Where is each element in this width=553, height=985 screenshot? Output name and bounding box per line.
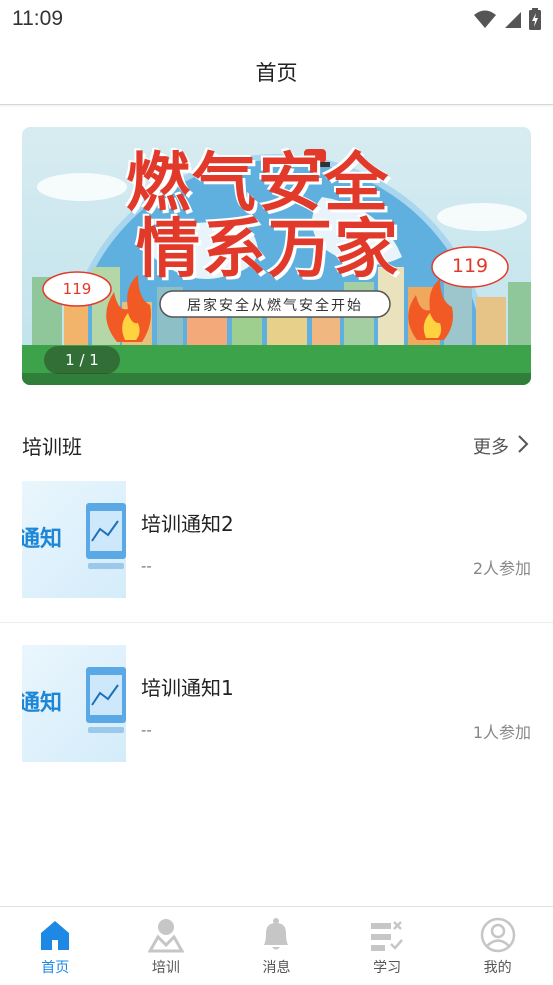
chevron-right-icon[interactable] (515, 433, 531, 455)
app-header: 首页 (0, 38, 553, 105)
tab-label: 消息 (262, 960, 291, 976)
bottom-tab-bar: 首页 培训 消息 学习 我的 (0, 906, 553, 985)
participant-count: 2人参加 (472, 559, 531, 578)
banner-carousel[interactable]: 燃气安全 情系万家 居家安全从燃气安全开始 119 119 1 / 1 (22, 127, 531, 385)
tab-profile[interactable]: 我的 (442, 907, 553, 985)
page-title: 首页 (255, 61, 298, 85)
bell-icon (264, 918, 289, 950)
course-name: 培训通知2 (141, 512, 234, 536)
more-link[interactable]: 更多 (473, 433, 509, 459)
course-description: -- (141, 557, 152, 575)
status-time: 11:09 (12, 7, 63, 30)
section-title: 培训班 (22, 435, 82, 459)
home-icon (41, 921, 70, 950)
list-divider (0, 622, 553, 623)
tab-label: 学习 (373, 960, 402, 976)
participant-count: 1人参加 (472, 723, 531, 742)
status-icons (473, 8, 541, 30)
thumbnail-text: 通知 (22, 527, 63, 552)
banner-slogan: 居家安全从燃气安全开始 (187, 298, 363, 314)
tab-training[interactable]: 培训 (111, 907, 222, 985)
training-section-header: 培训班 更多 (22, 425, 531, 465)
course-thumbnail: 通知 (22, 481, 126, 598)
status-bar: 11:09 (0, 0, 553, 38)
carousel-counter: 1 / 1 (44, 346, 120, 374)
course-thumbnail: 通知 (22, 645, 126, 762)
profile-icon (480, 917, 515, 953)
course-name: 培训通知1 (141, 676, 234, 700)
signal-icon (505, 12, 521, 28)
banner-headline-2: 情系万家 (136, 213, 400, 287)
training-icon (147, 919, 184, 953)
battery-icon (529, 8, 541, 30)
tab-label: 首页 (41, 960, 70, 976)
course-item[interactable]: 通知 培训通知2 -- 2人参加 (0, 481, 553, 621)
wifi-icon (474, 10, 496, 28)
thumbnail-text: 通知 (22, 691, 63, 716)
emergency-number-left: 119 (62, 280, 92, 298)
course-description: -- (141, 721, 152, 739)
tab-messages[interactable]: 消息 (221, 907, 332, 985)
tab-label: 培训 (151, 960, 180, 976)
banner-headline-1: 燃气安全 (126, 147, 390, 221)
emergency-number-right: 119 (451, 255, 489, 277)
study-icon (371, 921, 404, 951)
tab-study[interactable]: 学习 (332, 907, 443, 985)
course-item[interactable]: 通知 培训通知1 -- 1人参加 (0, 645, 553, 785)
tab-label: 我的 (483, 960, 512, 976)
tab-home[interactable]: 首页 (0, 907, 111, 985)
